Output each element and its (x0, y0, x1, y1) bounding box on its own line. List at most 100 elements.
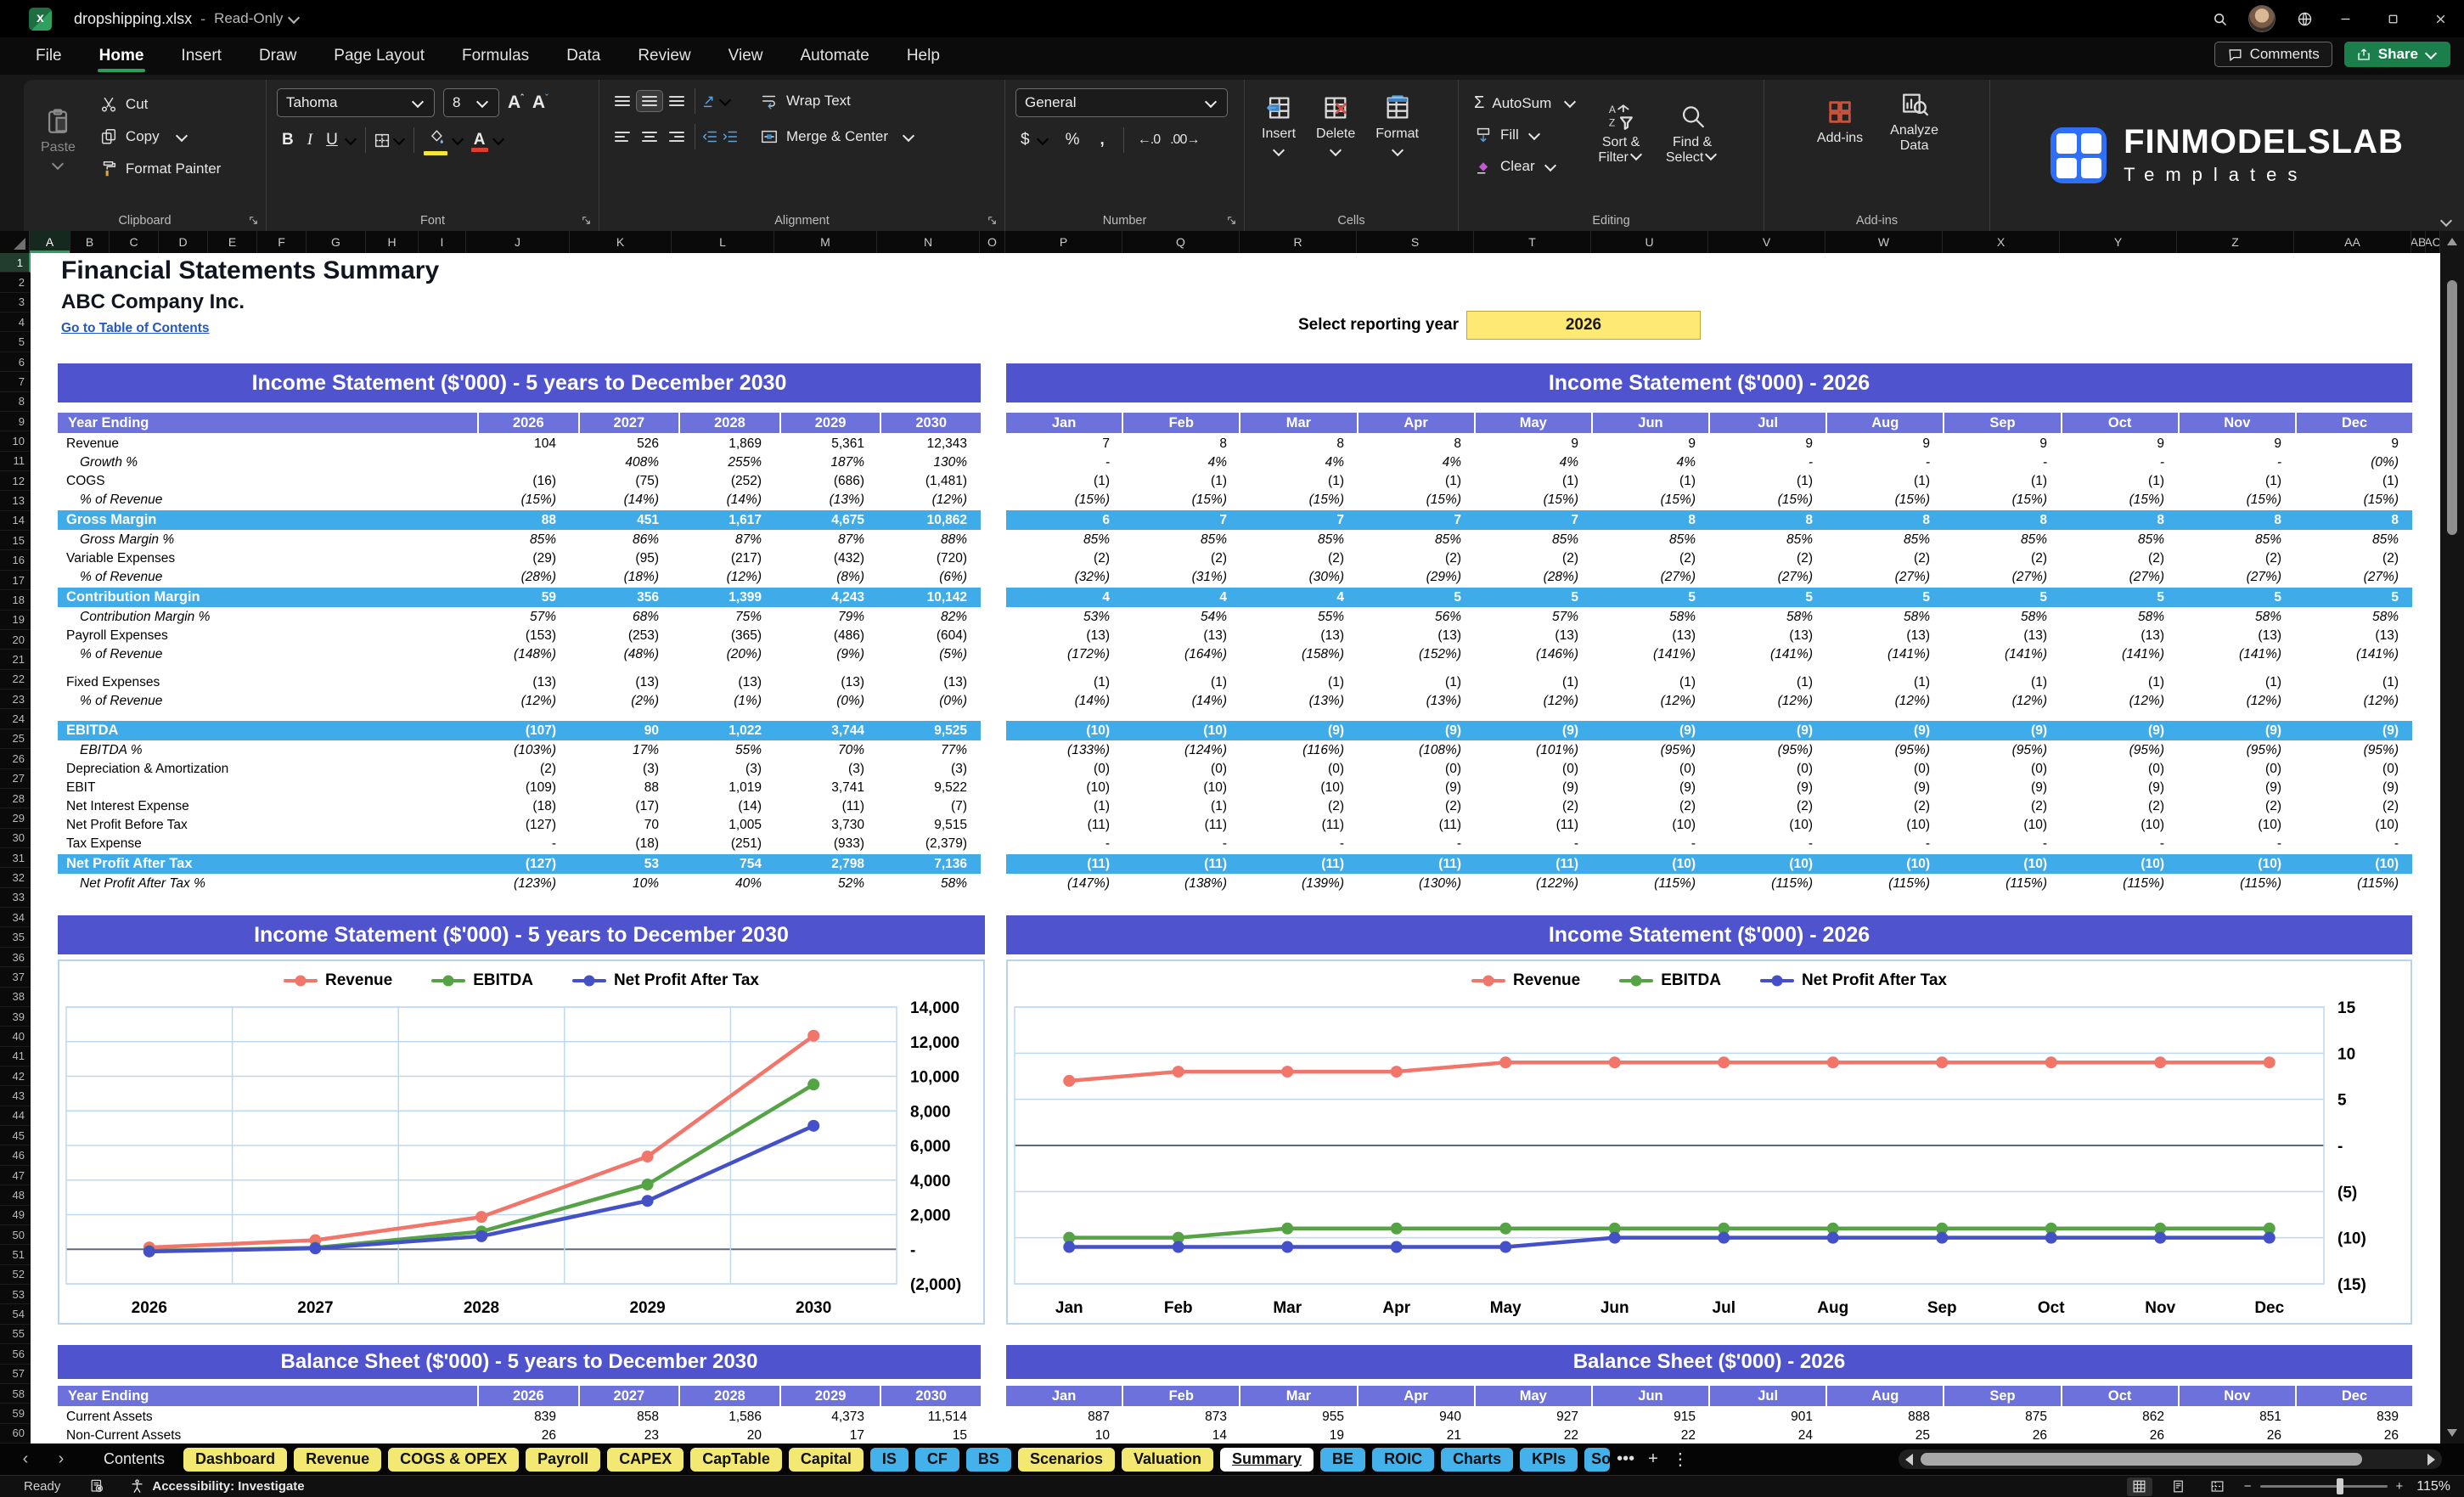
cell[interactable]: (28%) (467, 570, 570, 585)
align-left-button[interactable] (610, 127, 635, 147)
row-label[interactable]: Variable Expenses (58, 551, 467, 566)
font-size-select[interactable]: 8 (443, 88, 499, 117)
cell[interactable]: (147%) (1006, 876, 1123, 892)
cell[interactable]: 58% (1826, 610, 1944, 625)
sort-filter-button[interactable]: AZ Sort & Filter (1591, 88, 1651, 179)
cell[interactable]: 85% (1358, 532, 1475, 548)
cell[interactable]: (27%) (2178, 570, 2295, 585)
cell[interactable]: (11) (1123, 857, 1240, 872)
cell[interactable]: 1,019 (672, 780, 775, 796)
row-label[interactable]: Net Profit After Tax % (58, 876, 467, 892)
cell[interactable]: (15%) (1475, 492, 1592, 508)
cell[interactable]: (10) (2061, 818, 2178, 833)
sheet-tab-cogs-opex[interactable]: COGS & OPEX (388, 1447, 520, 1472)
cell[interactable]: (0) (1944, 762, 2061, 777)
cell[interactable]: (10) (2178, 818, 2295, 833)
cell[interactable]: - (1358, 836, 1475, 852)
row-label[interactable]: Net Profit Before Tax (58, 818, 467, 833)
cell[interactable]: 8 (1592, 513, 1709, 528)
select-all-corner[interactable] (0, 231, 30, 253)
cell[interactable]: 54% (1123, 610, 1240, 625)
cell[interactable]: - (467, 836, 570, 852)
row-header-34[interactable]: 34 (0, 908, 31, 928)
table-column-header[interactable]: Dec (2294, 413, 2413, 433)
cell[interactable]: 4 (1240, 590, 1358, 605)
cell[interactable]: 55% (1240, 610, 1358, 625)
cell[interactable]: (18%) (570, 570, 672, 585)
cell[interactable]: (9) (1592, 780, 1709, 796)
row-label[interactable]: Gross Margin % (58, 532, 467, 548)
cell[interactable]: (130%) (1358, 876, 1475, 892)
sheet-tab-be[interactable]: BE (1320, 1447, 1366, 1472)
cell[interactable]: 58% (2178, 610, 2295, 625)
cell[interactable]: - (1944, 836, 2061, 852)
cell[interactable]: 7 (1123, 513, 1240, 528)
column-header-A[interactable]: A (30, 231, 70, 253)
cell[interactable]: (252) (672, 474, 775, 489)
cell[interactable]: (1) (1944, 474, 2061, 489)
cell[interactable]: 7,136 (878, 857, 981, 872)
table-column-header[interactable]: Aug (1825, 413, 1944, 433)
sheet-tab-payroll[interactable]: Payroll (526, 1447, 601, 1472)
column-header-O[interactable]: O (980, 231, 1005, 253)
comma-format-button[interactable]: , (1094, 131, 1109, 149)
cell[interactable]: (2) (1358, 551, 1475, 566)
cell[interactable]: (29) (467, 551, 570, 566)
zoom-out-icon[interactable]: − (2244, 1479, 2252, 1494)
cell[interactable]: 8 (2295, 513, 2412, 528)
cell[interactable]: (27%) (1709, 570, 1826, 585)
row-header-9[interactable]: 9 (0, 412, 31, 432)
cell[interactable]: 9 (2061, 436, 2178, 452)
cell[interactable]: 53 (570, 857, 672, 872)
cell[interactable]: (604) (878, 628, 981, 644)
cell[interactable]: (11) (1358, 857, 1475, 872)
cell[interactable]: (2) (1006, 551, 1123, 566)
menu-item-automate[interactable]: Automate (798, 43, 870, 69)
cell[interactable]: (15%) (1592, 492, 1709, 508)
fill-color-button[interactable] (421, 127, 450, 155)
cell[interactable]: 58% (2061, 610, 2178, 625)
row-header-51[interactable]: 51 (0, 1245, 31, 1265)
cell[interactable]: 12,343 (878, 436, 981, 452)
cell[interactable]: (10) (1006, 780, 1123, 796)
cell[interactable]: 4,675 (775, 513, 878, 528)
cell[interactable]: (1%) (672, 694, 775, 709)
row-header-19[interactable]: 19 (0, 611, 31, 630)
cell[interactable]: 9,515 (878, 818, 981, 833)
row-header-41[interactable]: 41 (0, 1047, 31, 1067)
cell[interactable]: (0) (2061, 762, 2178, 777)
cell[interactable]: (13) (1709, 628, 1826, 644)
cell[interactable]: 10,142 (878, 590, 981, 605)
cell[interactable]: (9) (1475, 723, 1592, 739)
cell[interactable]: (14%) (1123, 694, 1240, 709)
cell[interactable]: 187% (775, 455, 878, 470)
cell[interactable]: (15%) (1240, 492, 1358, 508)
row-header-49[interactable]: 49 (0, 1206, 31, 1225)
cut-button[interactable]: Cut (94, 92, 226, 117)
cell[interactable]: (1) (1826, 474, 1944, 489)
row-label[interactable]: EBIT (58, 780, 467, 796)
cell[interactable]: 8 (2178, 513, 2295, 528)
table-column-header[interactable]: Apr (1356, 413, 1474, 433)
macro-record-icon[interactable] (89, 1478, 105, 1494)
cell[interactable]: 85% (1006, 532, 1123, 548)
table-column-header[interactable]: Feb (1122, 413, 1240, 433)
cell[interactable]: (1) (1709, 474, 1826, 489)
cell[interactable]: 901 (1709, 1410, 1826, 1425)
zoom-slider[interactable]: − + (2244, 1478, 2403, 1494)
cell[interactable]: (10) (1123, 780, 1240, 796)
cell[interactable]: (9) (1709, 780, 1826, 796)
cell[interactable]: (148%) (467, 647, 570, 662)
cell[interactable]: (29%) (1358, 570, 1475, 585)
cell[interactable]: (13) (1240, 628, 1358, 644)
cell[interactable]: 19 (1240, 1428, 1358, 1444)
cell[interactable]: (15%) (1944, 492, 2061, 508)
cell[interactable]: (3) (878, 762, 981, 777)
cell[interactable]: (0) (2295, 762, 2412, 777)
cell[interactable]: 9 (1709, 436, 1826, 452)
column-header-P[interactable]: P (1005, 231, 1122, 253)
sheet-tab-dashboard[interactable]: Dashboard (183, 1447, 288, 1472)
cell[interactable]: (12%) (672, 570, 775, 585)
column-header-B[interactable]: B (70, 231, 110, 253)
cell[interactable]: (2) (1944, 799, 2061, 814)
